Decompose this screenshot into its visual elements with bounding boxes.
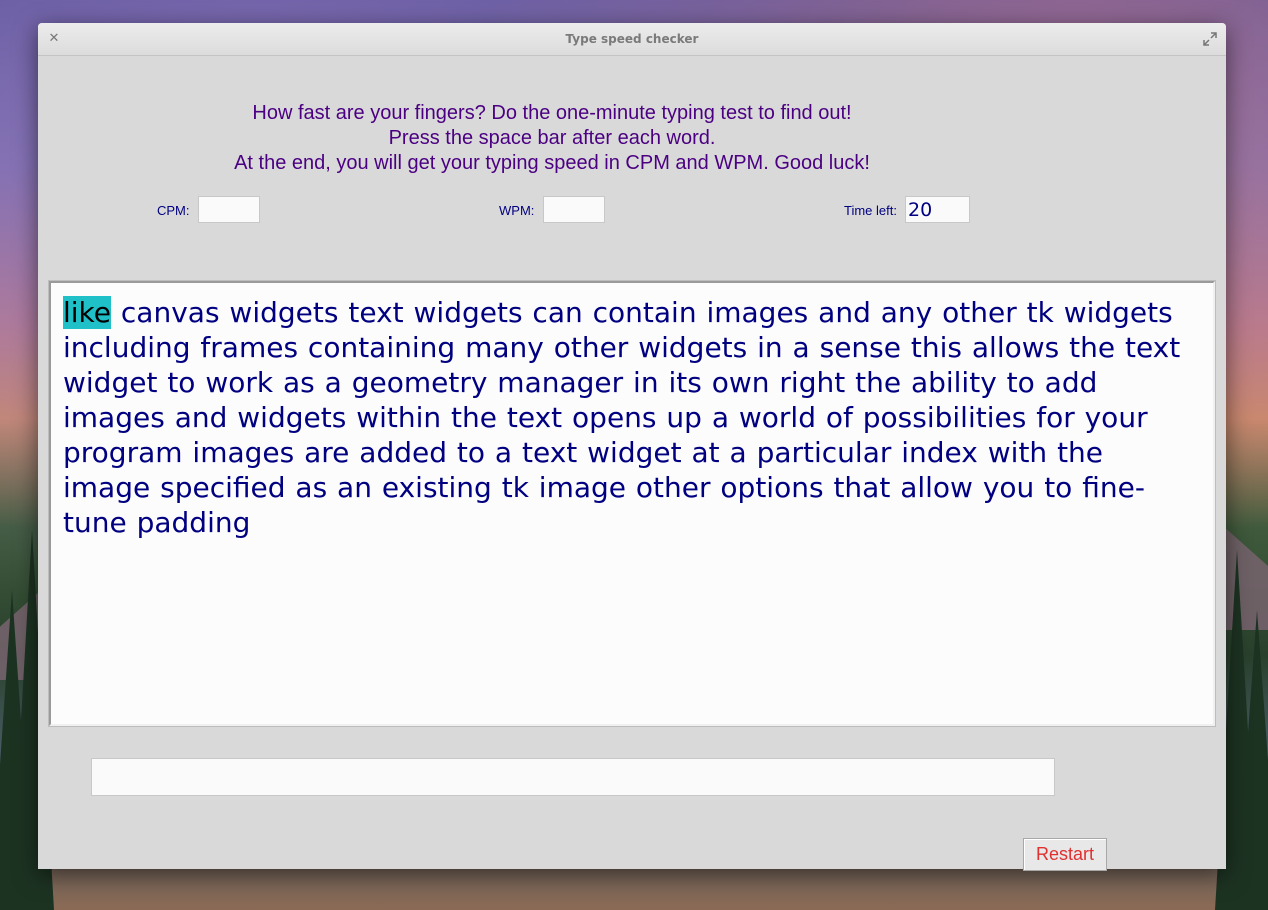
maximize-icon[interactable]: [1202, 31, 1218, 47]
app-window: ✕ Type speed checker How fast are your f…: [38, 23, 1226, 871]
window-content: How fast are your fingers? Do the one-mi…: [38, 56, 1226, 871]
window-title: Type speed checker: [565, 32, 699, 46]
wallpaper-tree: [1235, 610, 1268, 910]
wpm-label: WPM:: [499, 203, 535, 218]
title-bar[interactable]: ✕ Type speed checker: [38, 23, 1226, 56]
wpm-field: [543, 196, 605, 223]
instruction-line: How fast are your fingers? Do the one-mi…: [252, 102, 852, 124]
cpm-field: [198, 196, 260, 223]
remaining-passage-text: canvas widgets text widgets can contain …: [63, 296, 1181, 539]
passage-text: like canvas widgets text widgets can con…: [63, 295, 1193, 540]
instruction-line: Press the space bar after each word.: [388, 127, 716, 149]
time-left-label: Time left:: [844, 203, 897, 218]
restart-button[interactable]: Restart: [1023, 838, 1107, 871]
instruction-line: At the end, you will get your typing spe…: [234, 152, 870, 174]
cpm-label: CPM:: [157, 203, 190, 218]
passage-text-area[interactable]: like canvas widgets text widgets can con…: [48, 280, 1216, 727]
time-left-field: 20: [905, 196, 970, 223]
instructions-text: How fast are your fingers? Do the one-mi…: [188, 101, 916, 176]
typing-input[interactable]: [91, 758, 1055, 796]
current-word-highlight: like: [63, 296, 112, 329]
